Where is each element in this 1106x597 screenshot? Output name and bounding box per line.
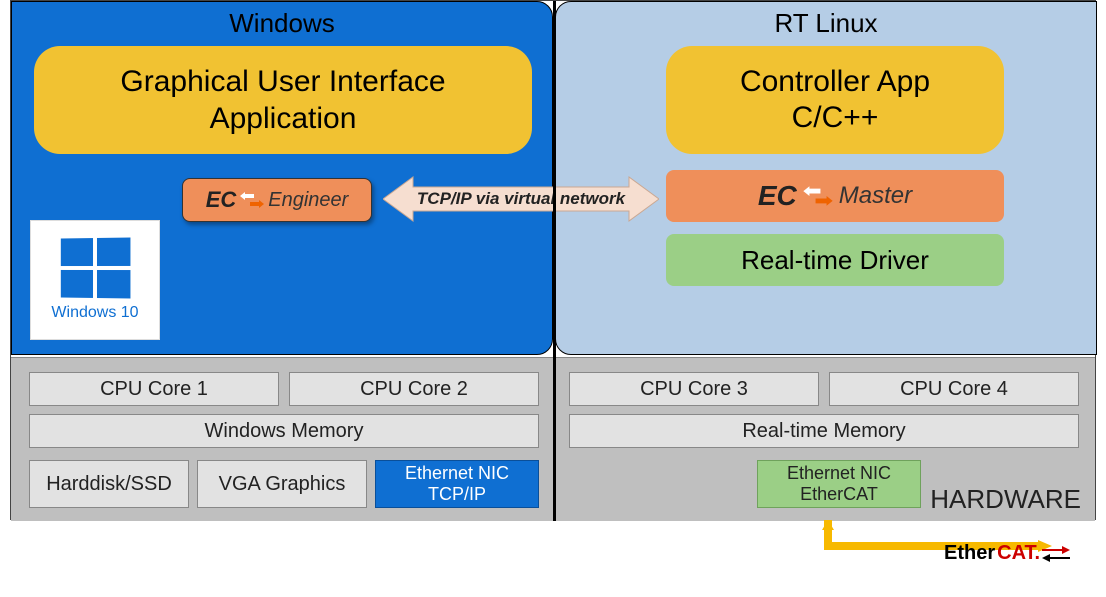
windows-logo-icon: [61, 237, 131, 298]
bidirectional-arrow-icon: [803, 185, 833, 207]
ethercat-ether: Ether: [944, 542, 995, 565]
ec-engineer-box: EC Engineer: [182, 178, 372, 222]
ethercat-arrow-icon: [1042, 546, 1070, 562]
cpu-core-1-box: CPU Core 1: [29, 372, 279, 406]
controller-app-box: Controller App C/C++: [666, 46, 1004, 154]
tcp-ip-label: TCP/IP via virtual network: [383, 173, 659, 225]
cpu-core-2-box: CPU Core 2: [289, 372, 539, 406]
nic-tcpip-line2: TCP/IP: [428, 484, 486, 505]
tcp-ip-arrow: TCP/IP via virtual network: [383, 173, 659, 225]
vga-box: VGA Graphics: [197, 460, 367, 508]
windows-title: Windows: [12, 8, 552, 39]
hardware-label: HARDWARE: [930, 484, 1081, 515]
gui-line1: Graphical User Interface: [120, 63, 445, 101]
harddisk-box: Harddisk/SSD: [29, 460, 189, 508]
controller-line1: Controller App: [740, 64, 930, 100]
ec-engineer-prefix: EC: [206, 187, 237, 213]
ethernet-nic-ethercat-box: Ethernet NIC EtherCAT: [757, 460, 921, 508]
vertical-divider: [553, 1, 556, 521]
windows-logo-text: Windows 10: [51, 304, 138, 322]
ec-master-suffix: Master: [839, 182, 912, 210]
rt-driver-box: Real-time Driver: [666, 234, 1004, 286]
nic-tcpip-line1: Ethernet NIC: [405, 463, 509, 484]
ec-engineer-suffix: Engineer: [268, 189, 348, 212]
nic-ecat-line2: EtherCAT: [800, 484, 878, 505]
rt-linux-title: RT Linux: [556, 8, 1096, 39]
nic-ecat-line1: Ethernet NIC: [787, 463, 891, 484]
ethercat-logo: EtherCAT.: [944, 542, 1070, 565]
cpu-core-3-box: CPU Core 3: [569, 372, 819, 406]
realtime-memory-box: Real-time Memory: [569, 414, 1079, 448]
ethernet-nic-tcpip-box: Ethernet NIC TCP/IP: [375, 460, 539, 508]
ec-master-box: EC Master: [666, 170, 1004, 222]
gui-application-box: Graphical User Interface Application: [34, 46, 532, 154]
architecture-diagram: Windows Graphical User Interface Applica…: [10, 0, 1096, 520]
cpu-core-4-box: CPU Core 4: [829, 372, 1079, 406]
controller-line2: C/C++: [792, 100, 879, 136]
ethercat-cat: CAT.: [997, 542, 1040, 565]
bidirectional-arrow-icon: [240, 191, 264, 209]
gui-line2: Application: [210, 100, 357, 138]
ec-master-prefix: EC: [758, 180, 797, 212]
windows-logo: Windows 10: [30, 220, 160, 340]
windows-memory-box: Windows Memory: [29, 414, 539, 448]
